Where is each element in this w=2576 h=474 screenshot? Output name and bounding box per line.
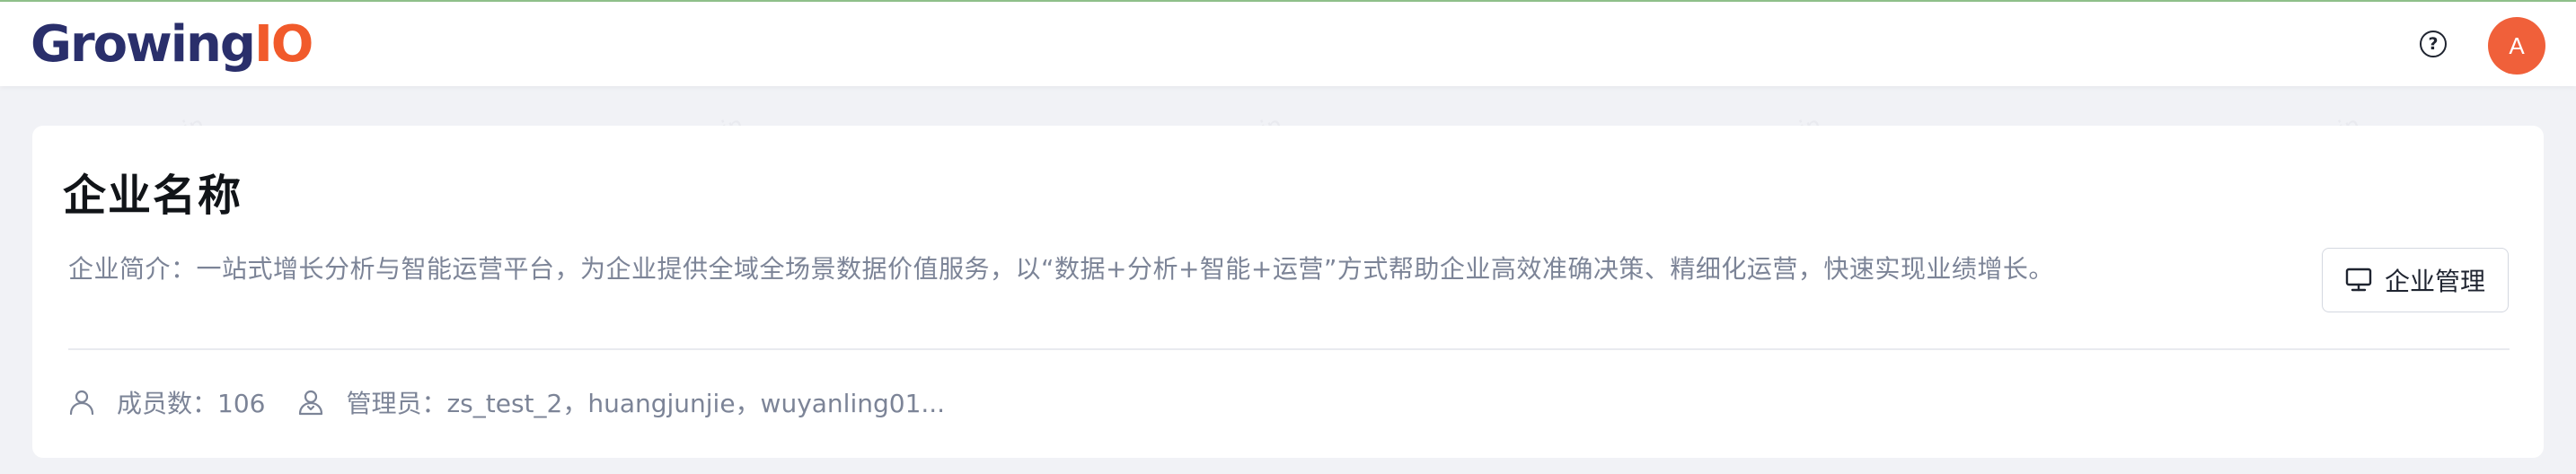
avatar-initial: A [2509,31,2525,59]
logo-text-main: Growing [31,15,256,74]
company-name: 企业名称 [63,171,243,221]
company-manage-button[interactable]: 企业管理 [2322,248,2509,312]
user-icon [68,389,95,416]
help-icon[interactable]: ? [2420,31,2447,57]
user-avatar[interactable]: A [2488,17,2545,75]
company-info-card: 企业名称 企业简介：一站式增长分析与智能运营平台，为企业提供全域全场景数据价值服… [32,126,2544,458]
company-description: 企业简介：一站式增长分析与智能运营平台，为企业提供全域全场景数据价值服务，以“数… [68,254,2054,284]
top-navigation-bar: Growing IO ? A [0,0,2576,86]
member-count: 成员数：106 [117,389,266,418]
card-divider [68,348,2510,350]
admin-list: 管理员：zs_test_2，huangjunjie，wuyanling01... [346,389,946,418]
monitor-icon [2345,268,2372,293]
company-manage-label: 企业管理 [2384,267,2485,296]
growingio-logo[interactable]: Growing IO [31,14,313,75]
company-meta-row: 成员数：106 管理员：zs_test_2，huangjunjie，wuyanl… [68,382,945,422]
admin-user-icon [297,389,324,416]
logo-text-accent: IO [253,15,313,74]
help-question-mark: ? [2428,34,2439,54]
